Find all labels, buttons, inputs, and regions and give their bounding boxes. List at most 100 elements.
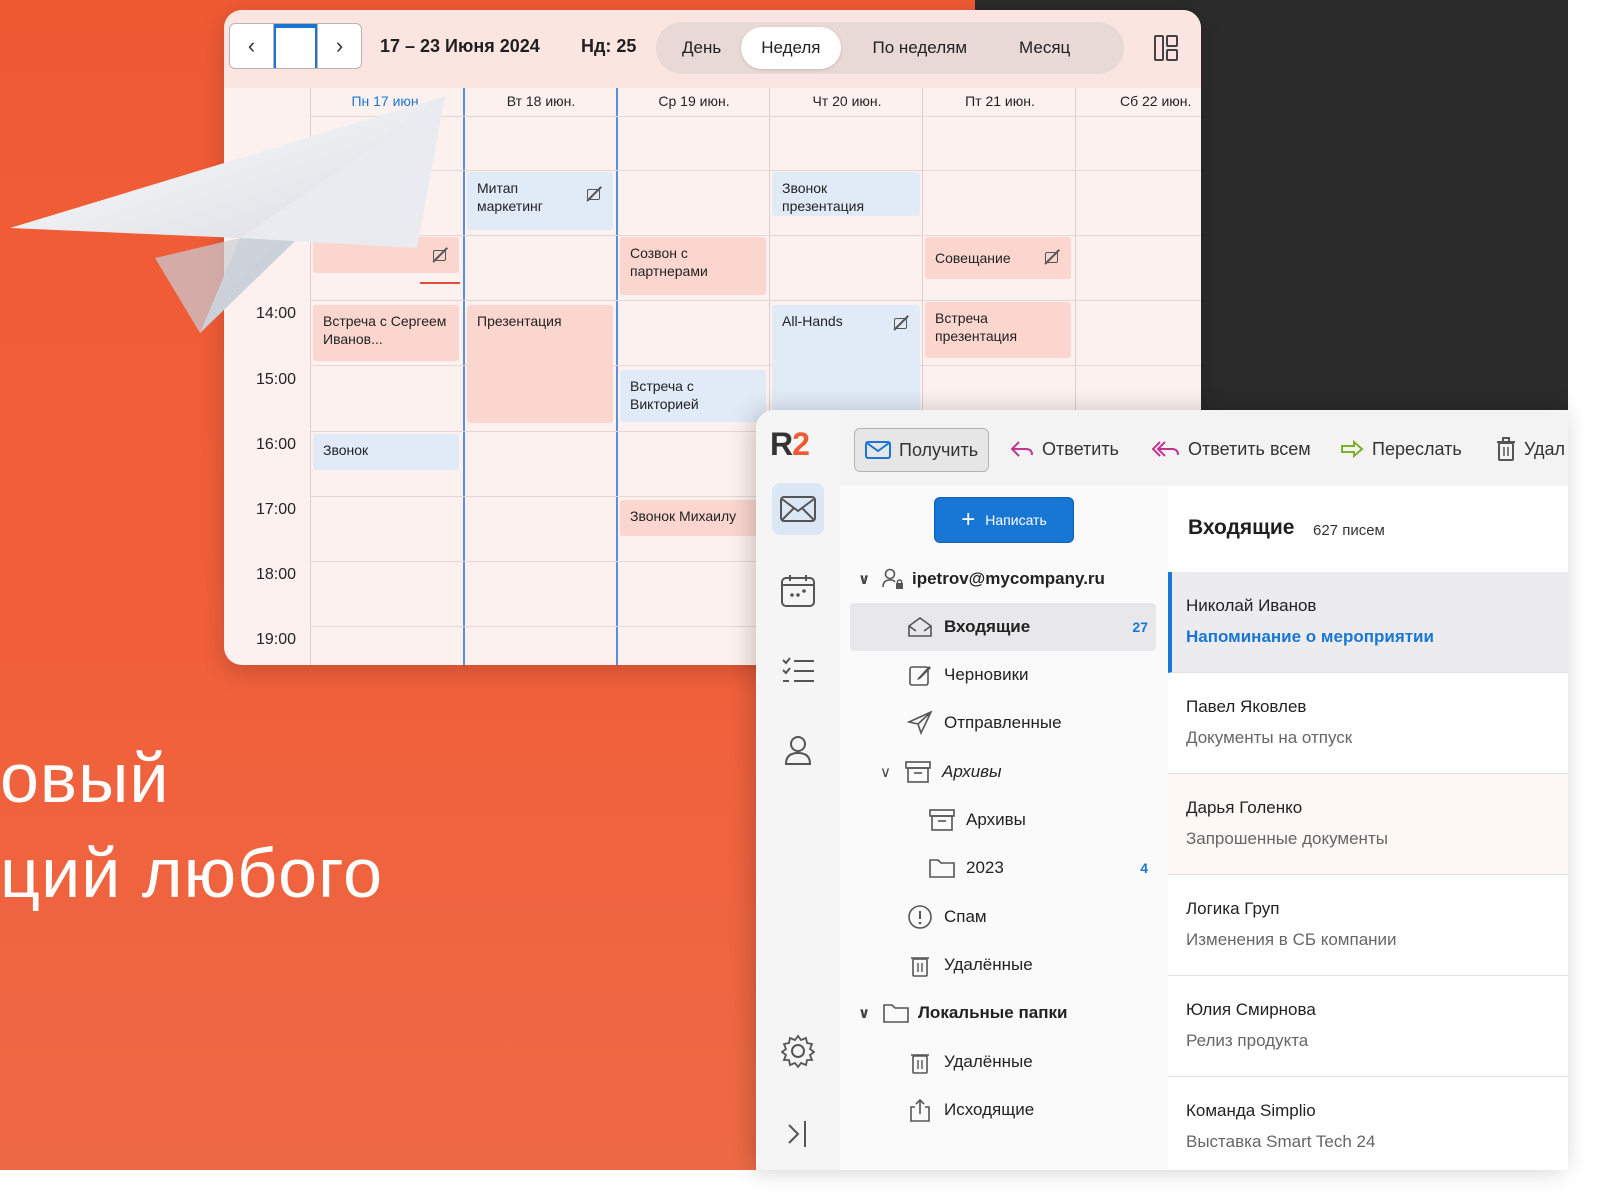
headline-line-2: ций любого <box>0 834 384 912</box>
message-subject: Изменения в СБ компании <box>1186 930 1397 949</box>
event-title: Звонок презентация <box>782 180 865 214</box>
event-title: Митап маркетинг <box>477 180 543 214</box>
message-row[interactable]: Юлия Смирнова Релиз продукта <box>1168 976 1568 1077</box>
outbox-icon <box>906 1096 934 1124</box>
reply-icon <box>1010 441 1033 457</box>
mail-toolbar: Получить Ответить Ответить всем Переслат… <box>840 410 1568 487</box>
chevron-down-icon: ∨ <box>858 571 871 588</box>
event-block[interactable]: All-Hands <box>772 305 920 423</box>
calendar-icon <box>781 575 815 607</box>
today-button[interactable] <box>274 24 318 68</box>
message-sender: Павел Яковлев <box>1186 697 1307 716</box>
folder-label: 2023 <box>966 858 1004 877</box>
event-block[interactable]: Совещание <box>925 237 1071 279</box>
folder-drafts[interactable]: Черновики <box>906 651 1029 699</box>
view-month-tab[interactable]: Месяц <box>999 27 1090 69</box>
day-header-wed[interactable]: Ср 19 июн. <box>618 88 770 118</box>
event-block[interactable]: Митап маркетинг <box>467 172 613 230</box>
rail-mail-button[interactable] <box>772 483 824 535</box>
archive-icon <box>928 806 956 834</box>
alert-icon <box>906 903 934 931</box>
mute-notification-icon <box>892 315 908 331</box>
trash-icon <box>906 1048 934 1076</box>
folder-sent[interactable]: Отправленные <box>906 699 1062 747</box>
view-multiweek-tab[interactable]: По неделям <box>841 27 1000 69</box>
message-sender: Николай Иванов <box>1186 596 1317 615</box>
folder-local-group[interactable]: ∨ Локальные папки <box>858 989 1067 1037</box>
pencil-icon <box>906 661 934 689</box>
delete-button[interactable]: Удал <box>1496 428 1565 470</box>
rail-tasks-button[interactable] <box>772 644 824 696</box>
folder-archives-group[interactable]: ∨ Архивы <box>880 748 1002 796</box>
rail-collapse-button[interactable] <box>772 1108 824 1160</box>
next-week-button[interactable]: › <box>318 24 361 68</box>
calendar-today-icon <box>274 24 317 68</box>
message-row[interactable]: Логика Груп Изменения в СБ компании <box>1168 875 1568 976</box>
account-row[interactable]: ∨ ipetrov@mycompany.ru <box>858 555 1105 603</box>
rail-contacts-button[interactable] <box>772 724 824 776</box>
folder-label: Исходящие <box>944 1100 1035 1119</box>
account-email: ipetrov@mycompany.ru <box>912 569 1105 588</box>
chevron-left-icon: ‹ <box>247 33 256 58</box>
prev-week-button[interactable]: ‹ <box>230 24 274 68</box>
event-block[interactable]: Презентация <box>467 305 613 423</box>
message-row[interactable]: Дарья Голенко Запрошенные документы <box>1168 774 1568 875</box>
rail-calendar-button[interactable] <box>772 565 824 617</box>
event-block[interactable]: Созвон с партнерами <box>620 237 766 295</box>
event-block[interactable]: Звонок <box>313 434 459 470</box>
mail-icon <box>780 496 816 522</box>
plus-icon: + <box>961 506 976 533</box>
message-list: Входящие 627 писем Николай Иванов Напоми… <box>1168 486 1568 1170</box>
calendar-nav: ‹ › <box>229 23 362 69</box>
folder-label: Архивы <box>942 762 1002 781</box>
folder-outbox[interactable]: Исходящие <box>906 1086 1034 1134</box>
message-sender: Дарья Голенко <box>1186 798 1303 817</box>
folder-local-deleted[interactable]: Удалённые <box>906 1038 1033 1086</box>
forward-icon <box>1341 440 1364 458</box>
event-block[interactable]: Звонок презентация <box>772 172 920 216</box>
headline-line-1: овый <box>0 739 170 817</box>
paper-plane-icon <box>10 96 445 333</box>
unread-count: 27 <box>1132 619 1148 635</box>
folder-label: Спам <box>944 907 987 926</box>
mute-notification-icon <box>585 186 601 202</box>
folder-spam[interactable]: Спам <box>906 893 987 941</box>
hour-label: 15:00 <box>256 371 297 388</box>
view-day-tab[interactable]: День <box>662 27 741 69</box>
forward-button[interactable]: Переслать <box>1340 428 1462 470</box>
event-title: Презентация <box>477 313 562 329</box>
day-header-thu[interactable]: Чт 20 июн. <box>771 88 923 118</box>
hour-label: 16:00 <box>256 436 297 453</box>
rail-settings-button[interactable] <box>772 1025 824 1077</box>
message-row[interactable]: Павел Яковлев Документы на отпуск <box>1168 673 1568 774</box>
message-sender: Логика Груп <box>1186 899 1280 918</box>
folder-deleted[interactable]: Удалённые <box>906 941 1033 989</box>
delete-label: Удал <box>1524 439 1566 459</box>
day-header-sat[interactable]: Сб 22 июн. <box>1077 88 1201 118</box>
view-switcher: День Неделя По неделям Месяц <box>656 22 1124 74</box>
event-block[interactable]: Встреча презентация <box>925 302 1071 358</box>
event-block[interactable]: Звонок Михаилу <box>620 500 768 536</box>
compose-button[interactable]: + Написать <box>934 497 1074 543</box>
message-subject: Релиз продукта <box>1186 1031 1309 1050</box>
reply-button[interactable]: Ответить <box>1010 428 1119 470</box>
gear-icon <box>781 1034 815 1068</box>
folder-inbox[interactable]: Входящие 27 <box>850 603 1156 651</box>
folder-archives[interactable]: Архивы <box>928 796 1026 844</box>
message-row[interactable]: Николай Иванов Напоминание о мероприятии <box>1168 572 1568 673</box>
layout-icon[interactable] <box>1154 35 1178 61</box>
receive-button[interactable]: Получить <box>854 428 990 472</box>
folder-label: Архивы <box>966 810 1026 829</box>
event-block[interactable]: Встреча с Викторией <box>620 370 766 422</box>
event-title: Звонок Михаилу <box>630 508 737 524</box>
tasks-icon <box>782 657 814 682</box>
view-week-tab[interactable]: Неделя <box>741 27 841 69</box>
day-header-tue[interactable]: Вт 18 июн. <box>465 88 617 118</box>
message-row[interactable]: Команда Simplio Выставка Smart Tech 24 <box>1168 1077 1568 1170</box>
app-rail: R2 <box>756 410 841 1170</box>
mail-window: R2 Получить Ответить Ответить всем Перес… <box>756 410 1568 1170</box>
trash-icon <box>906 951 934 979</box>
folder-2023[interactable]: 2023 4 <box>928 844 1156 892</box>
reply-all-button[interactable]: Ответить всем <box>1152 428 1311 470</box>
day-header-fri[interactable]: Пт 21 июн. <box>924 88 1076 118</box>
